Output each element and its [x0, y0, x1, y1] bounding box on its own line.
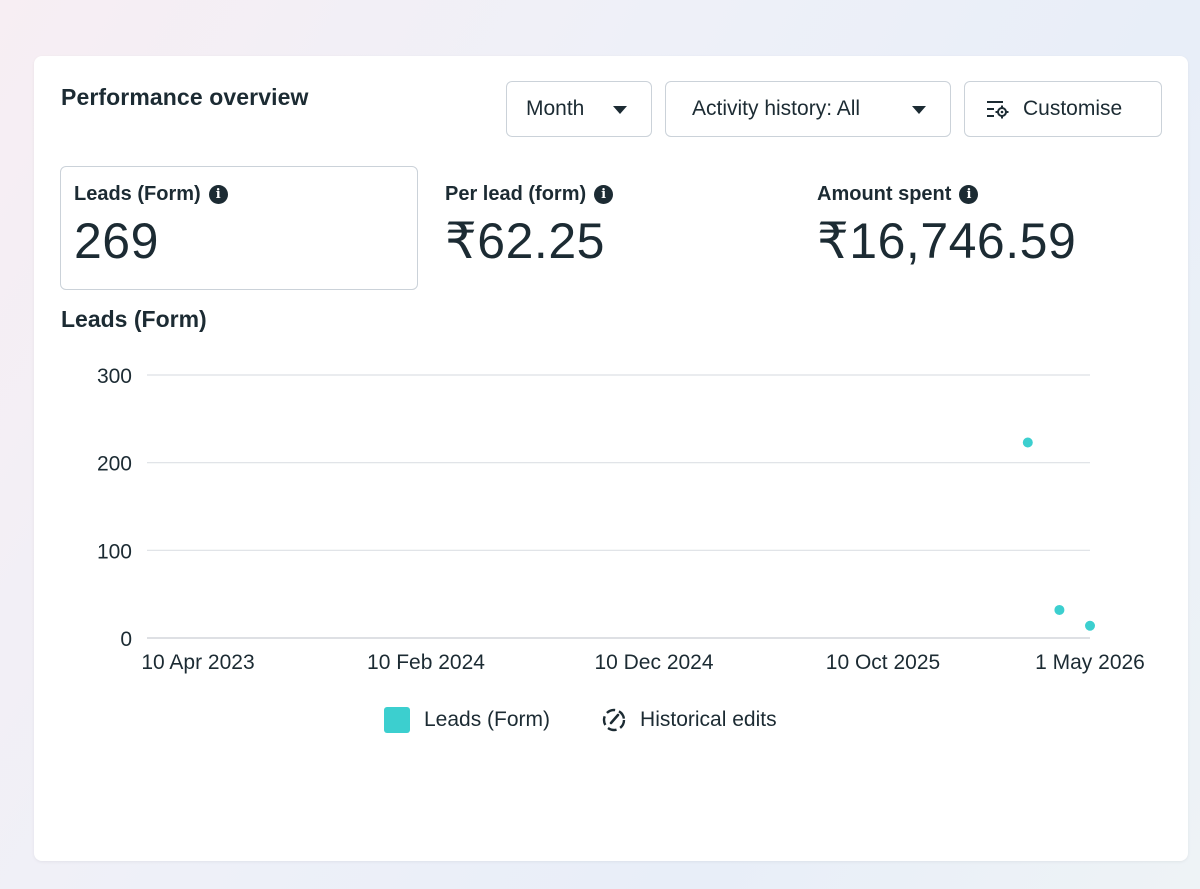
info-icon[interactable]: i [208, 185, 228, 204]
data-point [1085, 620, 1095, 631]
page-title: Performance overview [61, 84, 309, 110]
caret-down-icon [613, 106, 627, 114]
y-tick-label: 300 [97, 365, 132, 388]
month-dropdown-label: Month [526, 97, 585, 120]
metric-per-lead[interactable]: Per lead (form) i ₹62.25 [445, 166, 785, 290]
metric-leads-form[interactable]: Leads (Form) i 269 [60, 166, 418, 290]
caret-down-icon [912, 106, 926, 114]
sliders-gear-icon [987, 101, 1009, 119]
dashed-circle-edit-icon [602, 708, 626, 732]
legend-swatch [384, 707, 410, 733]
data-point [1054, 604, 1065, 615]
month-dropdown[interactable]: Month [506, 81, 652, 137]
chart-legend: Leads (Form) Historical edits [384, 706, 827, 734]
metric-label: Per lead (form) [445, 183, 587, 205]
legend-item-historical-edits[interactable]: Historical edits [600, 706, 777, 734]
y-tick-label: 100 [97, 540, 132, 563]
chart-title: Leads (Form) [61, 306, 207, 332]
activity-history-dropdown[interactable]: Activity history: All [665, 81, 951, 137]
info-icon[interactable]: i [594, 185, 614, 204]
y-tick-label: 0 [120, 628, 132, 651]
legend-label: Leads (Form) [424, 708, 551, 731]
x-tick-label: 10 Apr 2023 [141, 651, 254, 674]
metric-label: Leads (Form) [74, 183, 201, 205]
x-tick-label: 10 Feb 2024 [367, 651, 485, 674]
metric-value: ₹62.25 [445, 213, 605, 269]
customise-label: Customise [1023, 97, 1123, 120]
x-tick-label: 1 May 2026 [1035, 651, 1145, 674]
performance-overview-card: Performance overview Month Activity hist… [34, 56, 1188, 861]
data-point [1022, 437, 1033, 448]
legend-item-leads[interactable]: Leads (Form) [384, 707, 550, 733]
activity-history-label: Activity history: All [692, 97, 861, 120]
legend-label: Historical edits [640, 708, 777, 731]
x-tick-label: 10 Dec 2024 [594, 651, 713, 674]
metric-value: ₹16,746.59 [817, 213, 1077, 269]
info-icon[interactable]: i [959, 185, 979, 204]
metric-value: 269 [74, 213, 159, 269]
y-tick-label: 200 [97, 453, 132, 476]
customise-button[interactable]: Customise [964, 81, 1162, 137]
metric-label: Amount spent [817, 183, 952, 205]
metric-amount-spent[interactable]: Amount spent i ₹16,746.59 [817, 166, 1157, 290]
x-tick-label: 10 Oct 2025 [826, 651, 940, 674]
